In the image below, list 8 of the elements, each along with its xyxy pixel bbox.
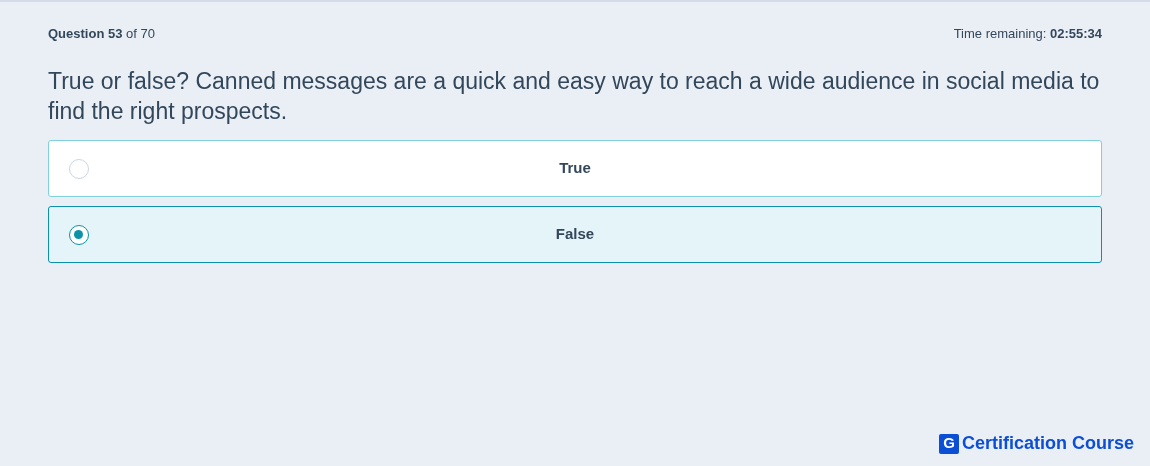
radio-button[interactable] <box>69 224 89 245</box>
question-counter: Question 53 of 70 <box>48 25 155 43</box>
question-text: True or false? Canned messages are a quick and easy way to reach a wide audience in social media to find the right prospects. <box>48 67 1101 126</box>
time-remaining: Time remaining: 02:55:34 <box>953 25 1102 43</box>
answer-option[interactable]: True <box>48 140 1102 197</box>
logo-icon: G <box>938 433 959 454</box>
answer-option[interactable]: False <box>48 206 1102 263</box>
brand-name: Certification Course <box>961 432 1134 455</box>
